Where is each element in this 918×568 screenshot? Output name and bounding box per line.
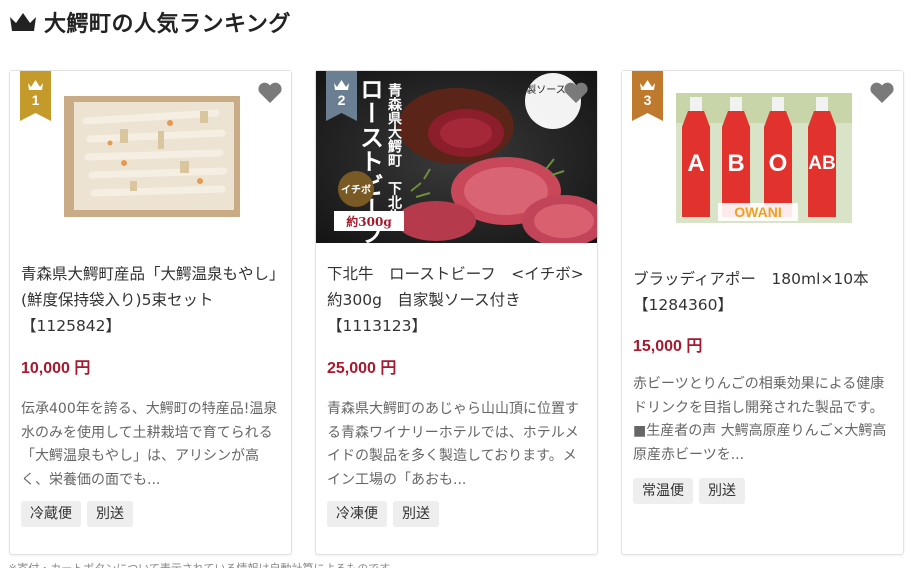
- rank-number: 1: [31, 92, 40, 108]
- ranking-card-3[interactable]: A B O AB OWANI 3 ブラッディアポー 180ml×10本【1284…: [621, 70, 904, 555]
- ranking-title: 大鰐町の人気ランキング: [44, 12, 291, 37]
- rank-badge-silver: 2: [326, 71, 357, 121]
- shipping-tags: 冷蔵便 別送: [21, 501, 133, 527]
- shipping-tags: 冷凍便 別送: [327, 501, 439, 527]
- bottle-letter-a: A: [687, 150, 704, 177]
- shipping-tags: 常温便 別送: [633, 478, 745, 504]
- footer-note: ※寄付・カートボタンについて表示されている情報は自動計算によるものです: [8, 560, 390, 568]
- rank-badge-bronze: 3: [632, 71, 663, 121]
- tag-separate-shipping: 別送: [699, 478, 745, 504]
- tag-separate-shipping: 別送: [393, 501, 439, 527]
- image-vertical-text-1: 青森県大鰐町 下北牛: [386, 82, 403, 224]
- product-price: 15,000 円: [633, 338, 703, 355]
- product-image-roast-beef[interactable]: 自家製ソース付き 青森県大鰐町 下北牛 ローストビーフ イチボ 約300g: [316, 71, 597, 243]
- crown-icon: [8, 11, 38, 33]
- product-title[interactable]: 下北牛 ローストビーフ <イチボ> 約300g 自家製ソース付き【1113123…: [327, 261, 599, 339]
- badge-weight-text: 約300g: [346, 214, 392, 229]
- product-title[interactable]: ブラッディアポー 180ml×10本【1284360】: [633, 266, 895, 318]
- product-price: 25,000 円: [327, 360, 397, 377]
- bottle-letter-o: O: [769, 150, 788, 177]
- product-description: 伝承400年を誇る、大鰐町の特産品!温泉水のみを使用して土耕栽培で育てられる「大…: [21, 401, 278, 488]
- heart-icon[interactable]: [869, 81, 895, 105]
- product-image-moyashi[interactable]: [10, 71, 291, 243]
- tag-frozen: 冷凍便: [327, 501, 387, 527]
- ranking-card-2[interactable]: 自家製ソース付き 青森県大鰐町 下北牛 ローストビーフ イチボ 約300g 2 …: [315, 70, 599, 555]
- bottle-letter-b: B: [727, 150, 744, 177]
- bottle-letter-ab: AB: [808, 153, 835, 174]
- product-description: 赤ビーツとりんごの相乗効果による健康ドリンクを目指し開発された製品です。■生産者…: [633, 376, 887, 463]
- rank-badge-gold: 1: [20, 71, 51, 121]
- ranking-heading: 大鰐町の人気ランキング: [8, 4, 291, 40]
- tag-room-temperature: 常温便: [633, 478, 693, 504]
- product-title[interactable]: 青森県大鰐町産品「大鰐温泉もやし」(鮮度保持袋入り)5束セット【1125842】: [21, 261, 283, 339]
- rank-number: 3: [643, 92, 652, 108]
- brand-logo-text: OWANI: [734, 204, 781, 220]
- product-image-bloody-apple[interactable]: A B O AB OWANI: [622, 71, 903, 243]
- badge-cut-text: イチボ: [341, 183, 371, 196]
- tag-refrigerated: 冷蔵便: [21, 501, 81, 527]
- product-price: 10,000 円: [21, 360, 91, 377]
- rank-number: 2: [337, 92, 346, 108]
- tag-separate-shipping: 別送: [87, 501, 133, 527]
- ranking-card-1[interactable]: 1 青森県大鰐町産品「大鰐温泉もやし」(鮮度保持袋入り)5束セット【112584…: [9, 70, 292, 555]
- heart-icon[interactable]: [563, 81, 589, 105]
- product-description: 青森県大鰐町のあじゃら山山頂に位置する青森ワイナリーホテルでは、ホテルメイドの製…: [327, 401, 579, 488]
- heart-icon[interactable]: [257, 81, 283, 105]
